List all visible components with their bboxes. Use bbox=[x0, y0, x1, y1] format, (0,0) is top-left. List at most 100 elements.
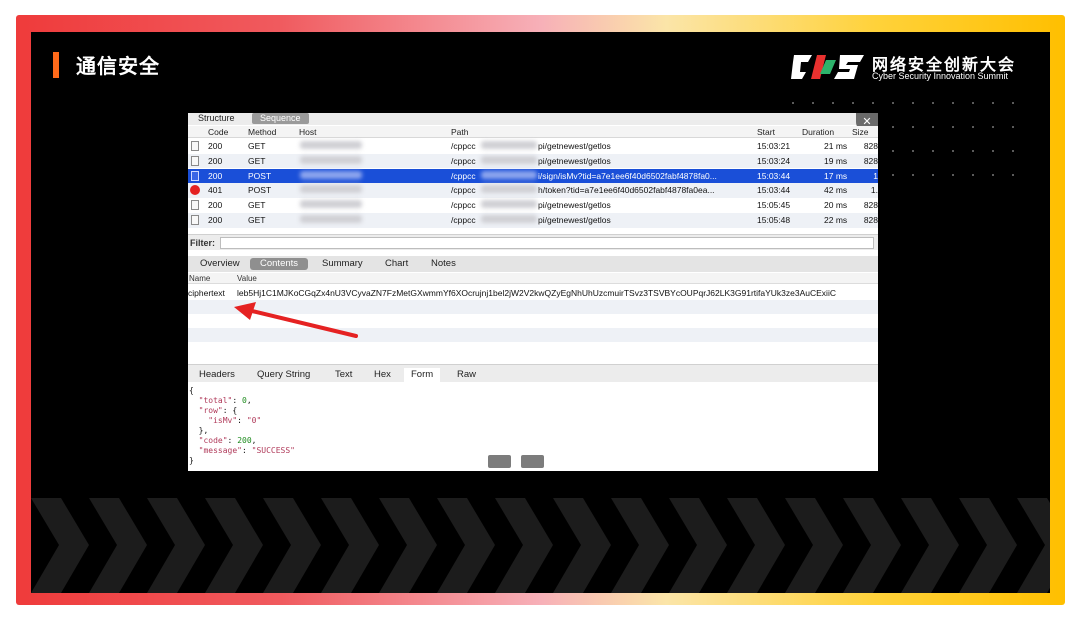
json-line: }, bbox=[189, 426, 209, 436]
cell-duration: 22 ms bbox=[824, 215, 848, 225]
json-token: } bbox=[189, 456, 194, 465]
tab-headers[interactable]: Headers bbox=[192, 368, 242, 382]
table-row[interactable]: 200 GET/cppcc pi/getnewest/getlos 15:03:24 1… bbox=[188, 153, 878, 169]
tab-text[interactable]: Text bbox=[328, 368, 359, 382]
json-token: "total" bbox=[198, 396, 233, 405]
table-row[interactable]: 401 POST/cppcc h/token?tid=a7e1ee6f40d6502… bbox=[188, 183, 878, 198]
tab-raw[interactable]: Raw bbox=[450, 368, 483, 382]
table-row[interactable]: 200 GET/cppcc pi/getnewest/getlos 15:05:48 2… bbox=[188, 213, 878, 228]
column-method[interactable]: Method bbox=[248, 127, 276, 137]
cell-path-prefix: /cppcc bbox=[451, 215, 476, 225]
json-token: "code" bbox=[198, 436, 228, 445]
tab-form[interactable]: Form bbox=[404, 368, 441, 382]
cell-path-prefix: /cppcc bbox=[451, 170, 476, 181]
table-row[interactable]: 200 GET/cppcc pi/getnewest/getlos 15:05:45 2… bbox=[188, 198, 878, 213]
tab-structure[interactable]: Structure bbox=[190, 113, 243, 124]
json-token: : bbox=[237, 416, 247, 425]
detail-tabs: Overview Contents Summary Chart Notes bbox=[188, 256, 878, 272]
column-path[interactable]: Path bbox=[451, 127, 469, 137]
json-token: : bbox=[242, 446, 252, 455]
param-name: ciphertext bbox=[188, 288, 225, 298]
expand-panel-button[interactable] bbox=[521, 455, 544, 468]
tab-overview[interactable]: Overview bbox=[190, 258, 250, 270]
cell-code: 200 bbox=[208, 141, 223, 151]
cell-duration: 20 ms bbox=[824, 200, 848, 211]
tab-chart[interactable]: Chart bbox=[375, 258, 418, 270]
column-duration[interactable]: Duration bbox=[802, 127, 834, 137]
json-line: "code": 200, bbox=[189, 436, 257, 446]
json-token: }, bbox=[189, 426, 209, 435]
tab-sequence[interactable]: Sequence bbox=[252, 113, 309, 124]
tab-contents[interactable]: Contents bbox=[250, 258, 309, 270]
param-row[interactable]: ciphertext leb5Hj1C1MJKoCGqZx4nU3VCyvaZN… bbox=[188, 286, 878, 300]
document-icon bbox=[191, 200, 199, 211]
json-token: 200 bbox=[237, 436, 252, 445]
json-token: "row" bbox=[198, 406, 223, 415]
decorative-chevron-band bbox=[31, 498, 1050, 593]
cell-path: pi/getnewest/getlos bbox=[538, 215, 611, 225]
filter-label: Filter: bbox=[190, 238, 216, 248]
document-icon bbox=[191, 215, 199, 225]
logo-english-text: Cyber Security Innovation Summit bbox=[872, 71, 1009, 81]
cell-size: 828 bbox=[863, 155, 878, 166]
param-value: leb5Hj1C1MJKoCGqZx4nU3VCyvaZN7FzMetGXwmm… bbox=[237, 288, 836, 298]
table-row[interactable]: 200 GET/cppcc pi/getnewest/getlos 15:03:21 2… bbox=[188, 139, 878, 154]
table-row[interactable]: 200 POST/cppcc i/sign/isMv?tid=a7e1ee6f40d… bbox=[188, 168, 878, 184]
cell-path: pi/getnewest/getlos bbox=[538, 200, 611, 211]
json-line: { bbox=[189, 386, 194, 396]
column-size[interactable]: Size bbox=[852, 127, 869, 137]
cell-method: GET bbox=[248, 141, 266, 151]
column-code[interactable]: Code bbox=[208, 127, 228, 137]
cell-size: 828 bbox=[863, 141, 878, 151]
document-icon bbox=[191, 170, 199, 181]
cell-path: i/sign/isMv?tid=a7e1ee6f40d6502fabf4878f… bbox=[538, 170, 717, 181]
filter-input[interactable] bbox=[220, 237, 874, 249]
json-line: "total": 0, bbox=[189, 396, 252, 406]
cell-duration: 19 ms bbox=[824, 155, 848, 166]
redacted-path bbox=[481, 200, 537, 209]
cell-method: GET bbox=[248, 155, 266, 166]
cell-size: 1 bbox=[873, 170, 878, 181]
redacted-path bbox=[481, 141, 537, 149]
cell-start: 15:03:44 bbox=[757, 170, 791, 181]
cell-method: GET bbox=[248, 200, 266, 211]
redacted-path bbox=[481, 215, 537, 223]
column-host[interactable]: Host bbox=[299, 127, 316, 137]
cell-size: 828 bbox=[863, 215, 878, 225]
param-table-header: Name Value bbox=[188, 273, 878, 284]
json-token: "isMv" bbox=[208, 416, 238, 425]
tab-query-string[interactable]: Query String bbox=[250, 368, 317, 382]
cell-path-prefix: /cppcc bbox=[451, 185, 476, 196]
redacted-host bbox=[300, 200, 362, 209]
cell-code: 200 bbox=[208, 155, 223, 166]
http-inspector-window: Structure Sequence ✕ Code Method Host Pa… bbox=[188, 113, 878, 471]
redacted-host bbox=[300, 155, 362, 164]
json-line: } bbox=[189, 456, 194, 466]
tab-notes[interactable]: Notes bbox=[421, 258, 466, 270]
tab-hex[interactable]: Hex bbox=[367, 368, 398, 382]
json-line: "row": { bbox=[189, 406, 238, 416]
title-accent-bar bbox=[53, 52, 59, 78]
toggle-panel-button[interactable] bbox=[488, 455, 511, 468]
cell-duration: 17 ms bbox=[824, 170, 848, 181]
json-token: "message" bbox=[198, 446, 242, 455]
json-token: "0" bbox=[246, 416, 262, 425]
redacted-path bbox=[481, 185, 537, 194]
cell-start: 15:03:21 bbox=[757, 141, 791, 151]
redacted-path bbox=[481, 170, 537, 179]
redacted-host bbox=[300, 185, 362, 194]
red-arrow-annotation bbox=[234, 302, 358, 338]
json-token: , bbox=[246, 396, 252, 405]
column-value: Value bbox=[237, 274, 257, 283]
column-start[interactable]: Start bbox=[757, 127, 775, 137]
cell-code: 401 bbox=[208, 185, 223, 196]
json-token: : bbox=[232, 396, 242, 405]
json-token: "SUCCESS" bbox=[251, 446, 295, 455]
document-icon bbox=[191, 155, 199, 166]
tab-summary[interactable]: Summary bbox=[312, 258, 373, 270]
cell-method: POST bbox=[248, 185, 272, 196]
request-table-header: Code Method Host Path Start Duration Siz… bbox=[188, 126, 878, 138]
